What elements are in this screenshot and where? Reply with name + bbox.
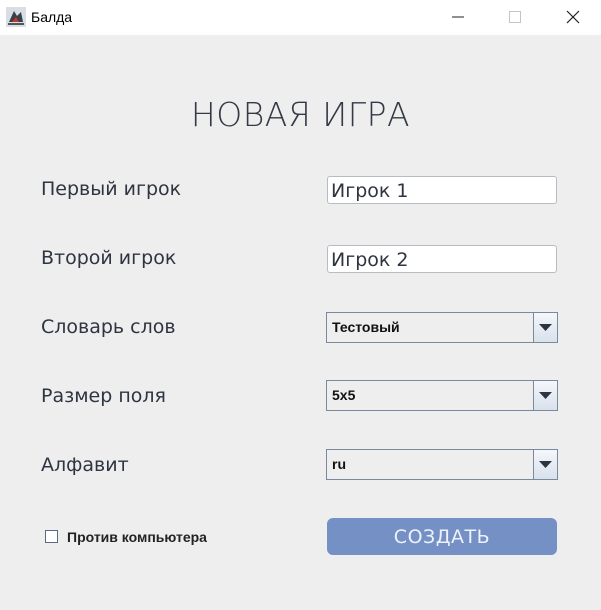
dictionary-select[interactable]: Тестовый bbox=[326, 312, 558, 343]
close-button[interactable] bbox=[550, 0, 596, 34]
window-title: Балда bbox=[31, 9, 73, 25]
dictionary-label: Словарь слов bbox=[41, 316, 176, 338]
alphabet-label: Алфавит bbox=[41, 454, 129, 476]
create-button[interactable]: СОЗДАТЬ bbox=[327, 518, 557, 555]
first-player-label: Первый игрок bbox=[41, 178, 182, 200]
minimize-icon bbox=[452, 16, 464, 18]
maximize-icon bbox=[509, 11, 521, 23]
field-size-label: Размер поля bbox=[41, 385, 166, 407]
second-player-input[interactable]: Игрок 2 bbox=[327, 245, 557, 273]
page-title: НОВАЯ ИГРА bbox=[190, 95, 411, 134]
first-player-input[interactable]: Игрок 1 bbox=[327, 176, 557, 204]
second-player-label: Второй игрок bbox=[41, 247, 177, 269]
close-icon bbox=[566, 10, 580, 24]
vs-computer-checkbox[interactable] bbox=[45, 530, 58, 543]
field-size-dropdown-button[interactable] bbox=[533, 381, 557, 410]
dictionary-dropdown-button[interactable] bbox=[533, 313, 557, 342]
field-size-selected-value: 5x5 bbox=[332, 387, 356, 403]
field-size-select[interactable]: 5x5 bbox=[326, 380, 558, 411]
dictionary-selected-value: Тестовый bbox=[332, 319, 400, 335]
chevron-down-icon bbox=[539, 461, 552, 468]
title-bar: Балда bbox=[0, 0, 601, 35]
app-icon[interactable] bbox=[6, 7, 26, 27]
chevron-down-icon bbox=[539, 324, 552, 331]
alphabet-select[interactable]: ru bbox=[326, 449, 558, 480]
maximize-button bbox=[492, 0, 538, 34]
minimize-button[interactable] bbox=[435, 0, 481, 34]
alphabet-dropdown-button[interactable] bbox=[533, 450, 557, 479]
chevron-down-icon bbox=[539, 392, 552, 399]
alphabet-selected-value: ru bbox=[332, 456, 346, 472]
vs-computer-label[interactable]: Против компьютера bbox=[67, 529, 207, 545]
